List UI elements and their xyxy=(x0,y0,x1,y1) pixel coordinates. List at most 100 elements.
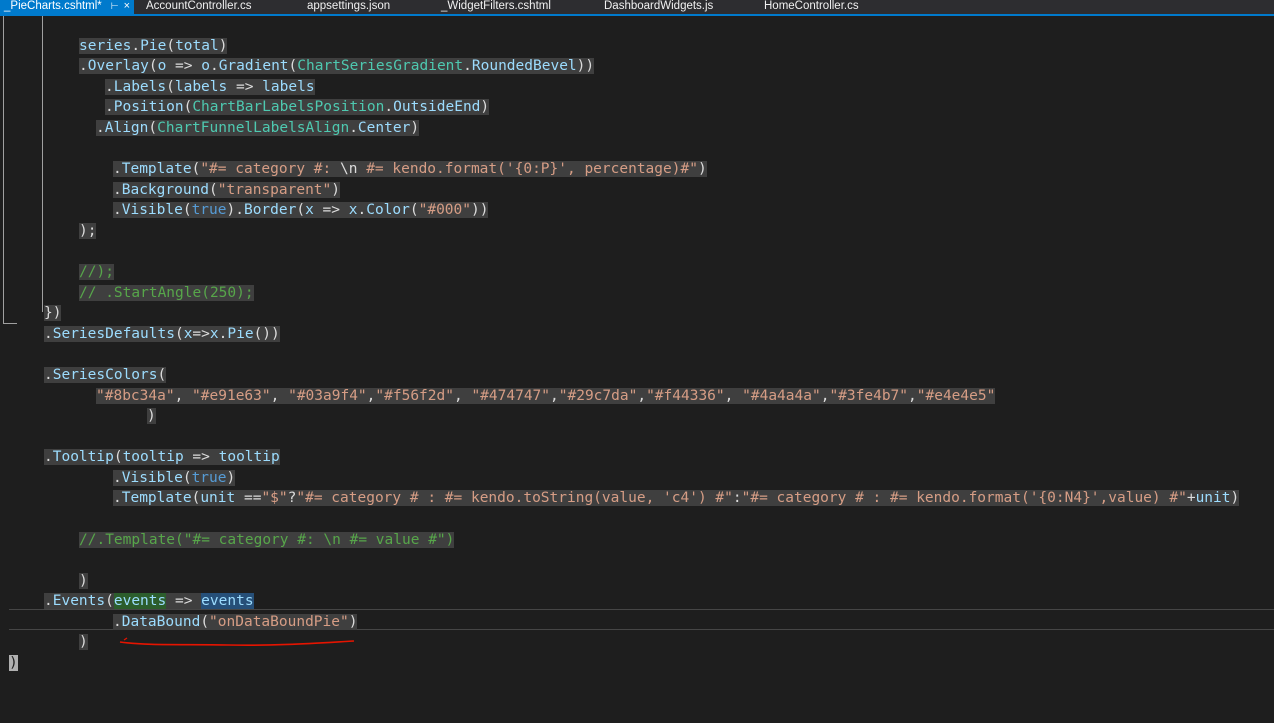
pin-icon[interactable]: ⊢ xyxy=(111,1,119,11)
code-token: ) xyxy=(697,161,707,177)
code-token: Template xyxy=(121,490,192,506)
code-token: . xyxy=(113,470,122,486)
structure-guide-line xyxy=(3,16,4,324)
code-token: ( xyxy=(288,58,298,74)
code-token: => xyxy=(313,202,349,218)
code-line: ) xyxy=(9,654,18,673)
code-token: . xyxy=(79,58,88,74)
tab-label: _PieCharts.cshtml* xyxy=(4,0,102,12)
tab-accountcontroller[interactable]: AccountController.cs xyxy=(146,0,251,14)
code-token: Gradient xyxy=(218,58,289,74)
code-line: .Labels(labels => labels xyxy=(105,78,315,97)
code-token: ChartBarLabelsPosition xyxy=(192,99,385,115)
document-tab-bar: _PieCharts.cshtml* ⊢ × AccountController.c… xyxy=(0,0,1274,16)
code-token: SeriesDefaults xyxy=(52,326,175,342)
tab-widgetfilters[interactable]: _WidgetFilters.cshtml xyxy=(441,0,551,14)
code-token: events xyxy=(201,593,254,609)
code-token: , xyxy=(453,388,472,404)
code-token: "#4a4a4a" xyxy=(742,388,821,404)
code-token: => xyxy=(183,449,219,465)
code-token: , xyxy=(724,388,743,404)
code-token: ( xyxy=(182,470,192,486)
structure-guide-tick xyxy=(3,323,17,324)
code-token: , xyxy=(174,388,193,404)
code-token: . xyxy=(44,367,53,383)
code-token: "#= category # : #= kendo.format('{0:N4}… xyxy=(741,490,1187,506)
code-line: .Position(ChartBarLabelsPosition.Outside… xyxy=(105,98,490,117)
code-token: ) xyxy=(480,99,490,115)
code-token: Visible xyxy=(121,470,183,486)
code-token: )) xyxy=(471,202,489,218)
code-token: ChartSeriesGradient xyxy=(297,58,464,74)
code-line: .Template(unit =="$"?"#= category # : #=… xyxy=(113,489,1240,508)
code-token: . xyxy=(105,79,114,95)
structure-guide-line xyxy=(42,16,43,312)
code-token: "#= category # : #= kendo.toString(value… xyxy=(296,490,733,506)
code-line: .DataBound("onDataBoundPie") xyxy=(113,613,358,632)
code-line: ) xyxy=(79,572,88,591)
code-token: . xyxy=(131,38,141,54)
code-token: ( xyxy=(200,614,210,630)
code-comment: //); xyxy=(79,264,114,280)
code-token: ( xyxy=(191,490,201,506)
code-token: , xyxy=(270,388,289,404)
code-line: .Background("transparent") xyxy=(113,181,341,200)
code-line: //); xyxy=(79,263,114,282)
code-token: "$" xyxy=(261,490,288,506)
code-token: . xyxy=(113,614,122,630)
code-line: //.Template("#= category #: \n #= value … xyxy=(79,531,455,550)
tab-label: appsettings.json xyxy=(307,0,391,12)
code-token: ( xyxy=(113,449,123,465)
code-token: "transparent" xyxy=(217,182,332,198)
code-token: . xyxy=(113,182,122,198)
code-token: ( xyxy=(148,58,158,74)
code-token: ) xyxy=(226,470,236,486)
code-token: ChartFunnelLabelsAlign xyxy=(157,120,350,136)
code-line: ) xyxy=(79,633,88,652)
code-editor[interactable]: series.Pie(total) .Overlay(o => o.Gradie… xyxy=(0,16,1274,723)
code-token: . xyxy=(44,449,53,465)
code-token: ) xyxy=(348,614,358,630)
code-token: }) xyxy=(44,305,62,321)
code-token: , xyxy=(550,388,559,404)
tab-piecharts[interactable]: _PieCharts.cshtml* ⊢ × xyxy=(0,0,135,14)
code-token: ) xyxy=(79,573,88,589)
code-token: , xyxy=(908,388,917,404)
tab-appsettings[interactable]: appsettings.json xyxy=(307,0,390,14)
code-token: Overlay xyxy=(87,58,149,74)
code-line: .Visible(true).Border(x => x.Color("#000… xyxy=(113,201,489,220)
code-token: "#f44336" xyxy=(646,388,725,404)
code-token: tooltip xyxy=(218,449,280,465)
code-line: }) xyxy=(44,304,62,323)
code-token: events xyxy=(113,593,167,609)
code-comment: // .StartAngle(250); xyxy=(79,285,254,301)
code-token: OutsideEnd xyxy=(393,99,481,115)
code-token: ) xyxy=(410,120,420,136)
code-token: ); xyxy=(79,223,97,239)
code-token: ()) xyxy=(253,326,280,342)
code-token: + xyxy=(1186,490,1196,506)
code-token: SeriesColors xyxy=(52,367,158,383)
code-token: o xyxy=(201,58,210,74)
tab-homecontroller[interactable]: HomeController.cs xyxy=(764,0,859,14)
code-token: . xyxy=(113,490,122,506)
code-comment: //.Template("#= category #: \n #= value … xyxy=(79,532,455,548)
code-token: \n xyxy=(340,161,358,177)
code-token: Border xyxy=(243,202,297,218)
code-token: ) xyxy=(218,38,228,54)
tab-label: AccountController.cs xyxy=(146,0,252,12)
code-token: Align xyxy=(104,120,149,136)
code-line: .SeriesDefaults(x=>x.Pie()) xyxy=(44,325,280,344)
code-line: .SeriesColors( xyxy=(44,366,167,385)
code-token: ( xyxy=(148,120,158,136)
code-token: "#03a9f4" xyxy=(288,388,367,404)
code-token: "#f56f2d" xyxy=(375,388,454,404)
code-token: true xyxy=(191,470,227,486)
code-token: ) xyxy=(1230,490,1240,506)
tab-dashboardwidgets[interactable]: DashboardWidgets.js xyxy=(604,0,713,14)
code-token: "#474747" xyxy=(471,388,551,404)
code-token: ) xyxy=(147,408,156,424)
code-token: ( xyxy=(296,202,306,218)
close-icon[interactable]: × xyxy=(124,0,130,12)
code-token: Labels xyxy=(113,79,167,95)
